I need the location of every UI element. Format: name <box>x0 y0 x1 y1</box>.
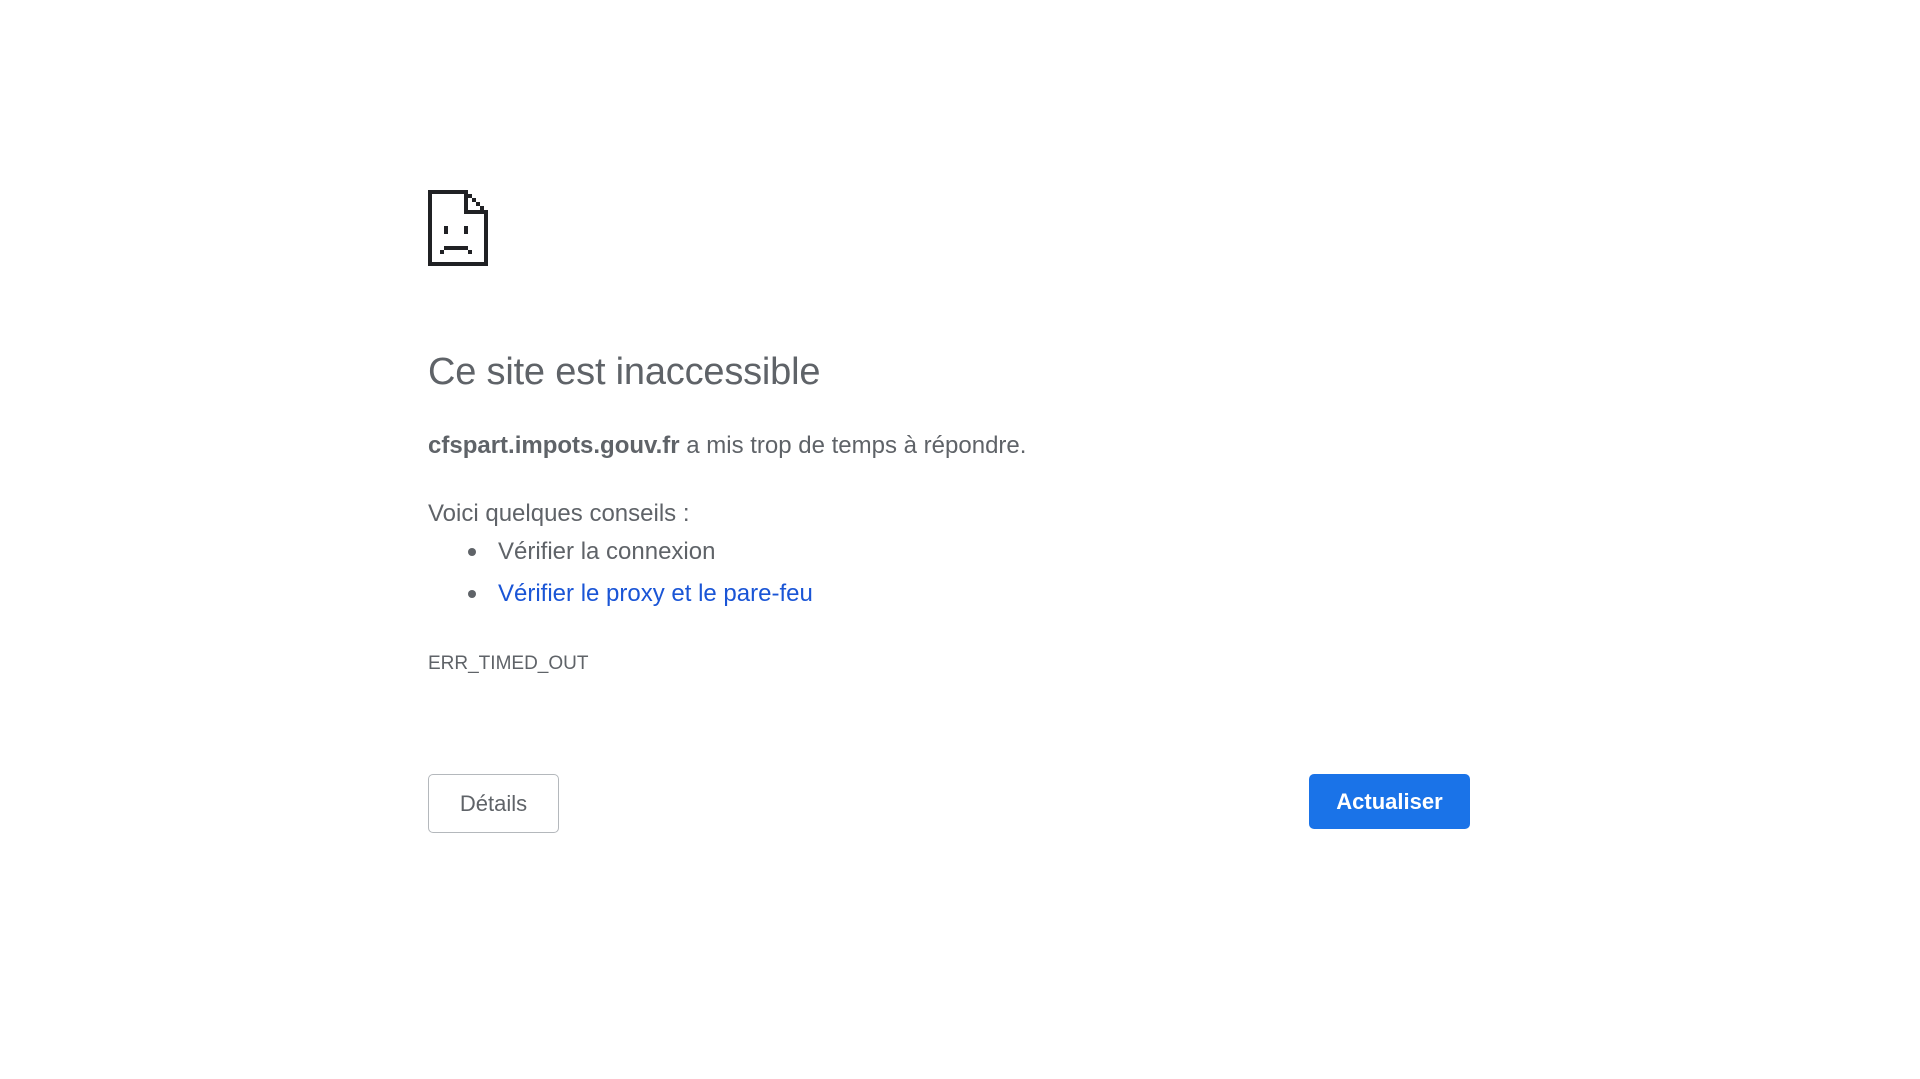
error-summary: cfspart.impots.gouv.fr a mis trop de tem… <box>428 430 1026 461</box>
list-item: Vérifier la connexion <box>428 536 813 578</box>
sad-document-icon <box>428 190 488 266</box>
suggestions-list: Vérifier la connexion Vérifier le proxy … <box>428 536 813 620</box>
error-page: Ce site est inaccessible cfspart.impots.… <box>428 190 1470 840</box>
suggestion-check-proxy-link[interactable]: Vérifier le proxy et le pare-feu <box>498 580 813 607</box>
bullet-icon <box>468 590 476 598</box>
suggestion-check-connection: Vérifier la connexion <box>498 538 716 565</box>
list-item: Vérifier le proxy et le pare-feu <box>428 578 813 620</box>
reload-button[interactable]: Actualiser <box>1309 774 1470 829</box>
error-message: a mis trop de temps à répondre. <box>679 432 1027 459</box>
suggestions-intro: Voici quelques conseils : <box>428 500 690 527</box>
bullet-icon <box>468 548 476 556</box>
error-code: ERR_TIMED_OUT <box>428 653 589 674</box>
details-button[interactable]: Détails <box>428 774 559 833</box>
page-title: Ce site est inaccessible <box>428 351 821 393</box>
site-host: cfspart.impots.gouv.fr <box>428 432 680 459</box>
